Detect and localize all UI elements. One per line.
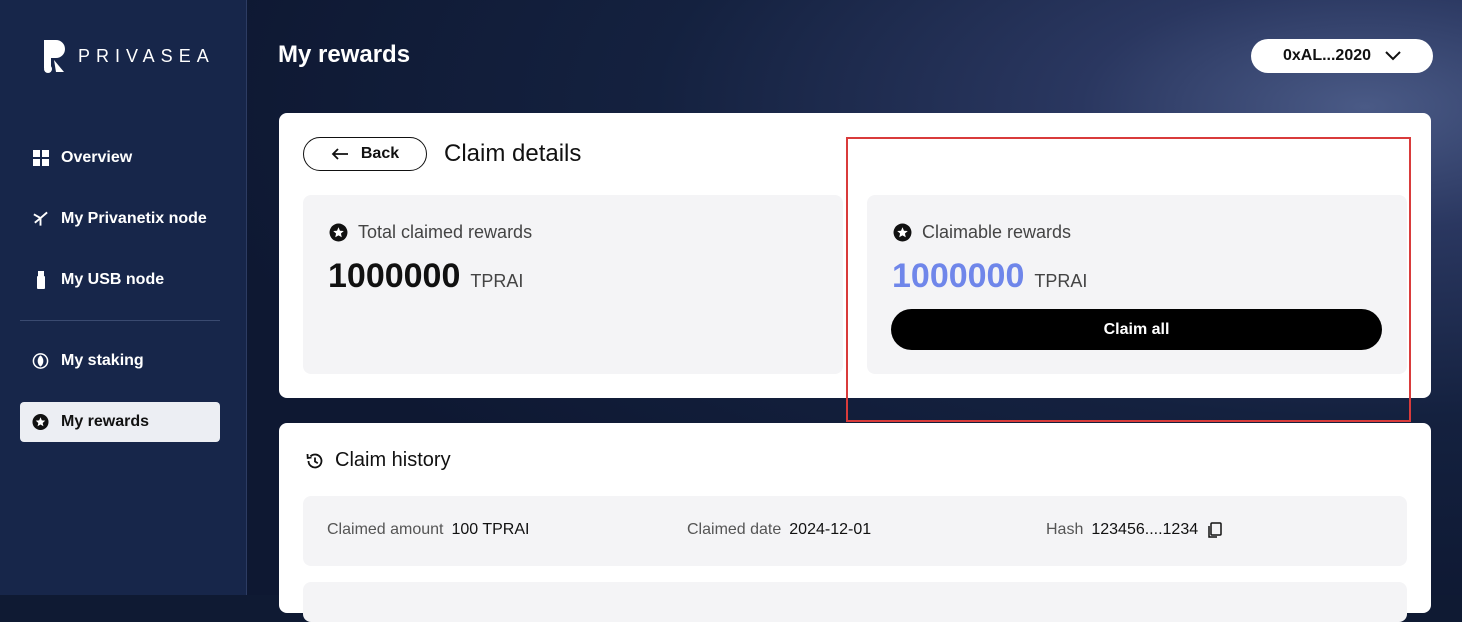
- back-button[interactable]: Back: [303, 137, 427, 171]
- page-title: My rewards: [278, 41, 411, 68]
- total-claimed-unit: TPRAI: [470, 271, 524, 291]
- sidebar-item-label: My rewards: [61, 413, 150, 430]
- sidebar-nav: Overview My Privanetix node My USB node …: [20, 138, 220, 463]
- claim-details-title: Claim details: [444, 140, 582, 167]
- sidebar-item-overview[interactable]: Overview: [20, 138, 220, 178]
- total-claimed-panel: Total claimed rewards 1000000 TPRAI: [303, 195, 843, 374]
- total-claimed-label-text: Total claimed rewards: [358, 222, 533, 242]
- claimable-label: Claimable rewards: [893, 222, 1071, 243]
- claimed-amount-value: 100 TPRAI: [451, 521, 530, 538]
- hash-value: 123456....1234: [1091, 521, 1199, 538]
- usb-icon: [32, 271, 49, 289]
- total-claimed-amount: 1000000: [328, 257, 461, 295]
- reward-icon: [32, 413, 49, 431]
- claimable-value: 1000000 TPRAI: [892, 257, 1087, 296]
- sidebar-item-privanetix-node[interactable]: My Privanetix node: [20, 199, 220, 239]
- reward-icon: [329, 223, 348, 242]
- copy-icon[interactable]: [1206, 521, 1222, 539]
- sidebar: PRIVASEA Overview My Privanetix node My …: [0, 0, 247, 595]
- wallet-dropdown[interactable]: 0xAL...2020: [1251, 39, 1433, 73]
- claimed-amount-label: Claimed amount: [327, 521, 444, 538]
- brand-logo[interactable]: PRIVASEA: [42, 38, 215, 74]
- grid-icon: [32, 150, 49, 167]
- claim-history-title-text: Claim history: [335, 449, 451, 471]
- claimed-date-label: Claimed date: [687, 521, 782, 538]
- reward-icon: [893, 223, 912, 242]
- claim-all-button[interactable]: Claim all: [891, 309, 1382, 350]
- sidebar-item-staking[interactable]: My staking: [20, 341, 220, 381]
- claimable-unit: TPRAI: [1034, 271, 1088, 291]
- chevron-down-icon: [1385, 51, 1401, 61]
- sidebar-item-usb-node[interactable]: My USB node: [20, 260, 220, 300]
- claimed-date-value: 2024-12-01: [789, 521, 872, 538]
- hash-label: Hash: [1046, 521, 1084, 538]
- hash-cell: Hash 123456....1234: [1046, 521, 1222, 539]
- history-row: [303, 582, 1407, 622]
- total-claimed-label: Total claimed rewards: [329, 222, 532, 243]
- privasea-logo-icon: [44, 40, 65, 73]
- claimed-amount-cell: Claimed amount 100 TPRAI: [327, 521, 529, 539]
- total-claimed-value: 1000000 TPRAI: [328, 257, 523, 296]
- claimable-label-text: Claimable rewards: [922, 222, 1072, 242]
- sidebar-item-label: My Privanetix node: [61, 210, 207, 227]
- sidebar-item-label: My staking: [61, 352, 144, 369]
- node-icon: [32, 211, 49, 228]
- claim-history-title: Claim history: [305, 449, 451, 472]
- sidebar-divider: [20, 320, 220, 321]
- main-content: My rewards 0xAL...2020 Back Claim detail…: [247, 0, 1462, 622]
- arrow-left-icon: [331, 148, 348, 160]
- sidebar-item-rewards[interactable]: My rewards: [20, 402, 220, 442]
- history-row: Claimed amount 100 TPRAI Claimed date 20…: [303, 496, 1407, 566]
- claimable-panel: Claimable rewards 1000000 TPRAI Claim al…: [867, 195, 1407, 374]
- claimed-date-cell: Claimed date 2024-12-01: [687, 521, 871, 539]
- wallet-address: 0xAL...2020: [1282, 47, 1372, 64]
- claimable-amount: 1000000: [892, 257, 1025, 295]
- back-label: Back: [360, 145, 400, 162]
- sidebar-item-label: Overview: [61, 149, 133, 166]
- claim-details-card: Back Claim details Total claimed rewards…: [279, 113, 1431, 398]
- staking-icon: [32, 353, 49, 370]
- sidebar-item-label: My USB node: [61, 271, 165, 288]
- brand-name: PRIVASEA: [78, 45, 215, 66]
- claim-history-card: Claim history Claimed amount 100 TPRAI C…: [279, 423, 1431, 622]
- history-icon: [306, 453, 323, 468]
